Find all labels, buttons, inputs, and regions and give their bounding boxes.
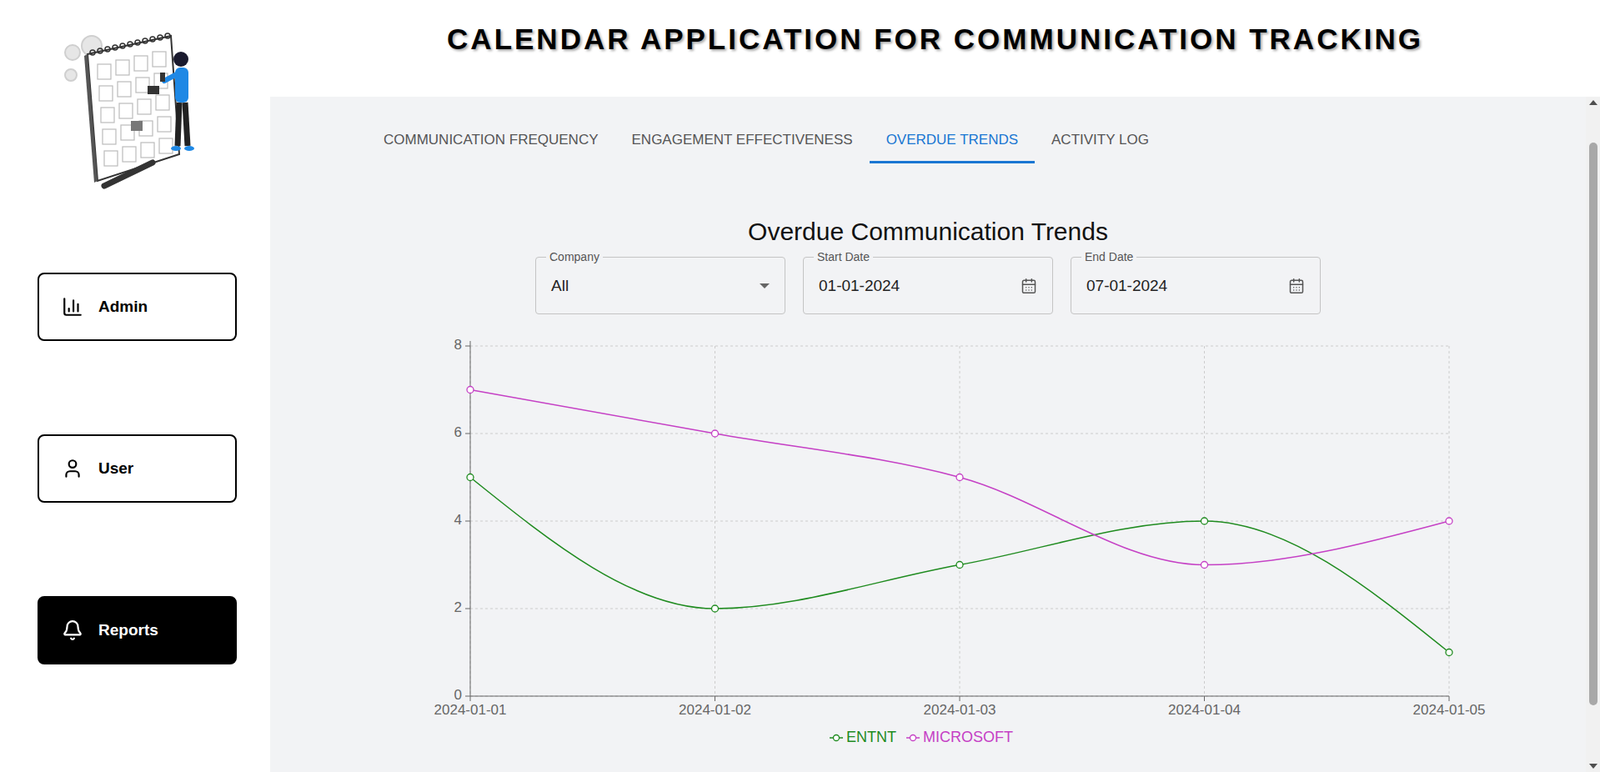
series xyxy=(466,474,1453,657)
tab[interactable]: ENGAGEMENT EFFECTIVENESS xyxy=(615,116,870,164)
svg-text:6: 6 xyxy=(454,424,462,441)
grid-line xyxy=(714,346,716,697)
y-tick: 0 xyxy=(454,687,471,703)
bar-chart-icon xyxy=(61,295,84,318)
chart-title: Overdue Communication Trends xyxy=(747,216,1109,247)
legend-line-icon xyxy=(829,733,843,743)
company-select[interactable]: CompanyAll xyxy=(535,256,786,315)
legend-label: MICROSOFT xyxy=(922,728,1014,747)
y-tick: 4 xyxy=(454,511,471,528)
x-tick: 2024-01-05 xyxy=(1413,696,1486,718)
svg-text:2024-01-04: 2024-01-04 xyxy=(1168,702,1241,718)
field-label: Start Date xyxy=(813,250,873,264)
data-point[interactable] xyxy=(1445,649,1453,657)
date-field[interactable]: Start Date01-01-2024 xyxy=(802,256,1054,315)
chart-section: Overdue Communication TrendsCompanyAllSt… xyxy=(270,163,1586,747)
calendar-icon xyxy=(1288,277,1305,295)
sidebar-item[interactable]: User xyxy=(37,434,237,503)
sidebar-item-label: Reports xyxy=(98,621,159,640)
grid-line xyxy=(959,346,961,697)
sidebar-item[interactable]: Admin xyxy=(37,272,237,342)
y-tick: 8 xyxy=(454,336,471,353)
legend-item[interactable]: ENTNT xyxy=(829,728,897,747)
y-axis xyxy=(470,341,472,697)
x-tick: 2024-01-02 xyxy=(678,696,752,718)
svg-text:2: 2 xyxy=(454,599,462,616)
scroll-thumb[interactable] xyxy=(1589,142,1598,706)
series-line xyxy=(470,477,1450,653)
scrollbar[interactable] xyxy=(1585,96,1600,772)
field-value: 01-01-2024 xyxy=(818,276,900,296)
tab[interactable]: OVERDUE TRENDS xyxy=(869,116,1035,164)
data-point[interactable] xyxy=(1445,517,1453,525)
scroll-up-icon[interactable] xyxy=(1589,100,1598,106)
svg-text:0: 0 xyxy=(454,687,462,703)
data-point[interactable] xyxy=(956,474,964,482)
svg-text:8: 8 xyxy=(454,336,462,353)
data-point[interactable] xyxy=(712,430,719,437)
scroll-down-icon[interactable] xyxy=(1589,763,1598,769)
field-value: All xyxy=(551,276,569,296)
bell-icon xyxy=(61,619,84,642)
calendar-illustration xyxy=(54,29,221,196)
sidebar: Admin User Reports xyxy=(0,0,271,772)
user-icon xyxy=(61,457,84,480)
calendar-icon xyxy=(1020,277,1038,295)
legend-item[interactable]: MICROSOFT xyxy=(906,728,1014,747)
field-label: End Date xyxy=(1081,250,1137,264)
svg-text:2024-01-02: 2024-01-02 xyxy=(678,702,752,718)
series-line xyxy=(470,390,1450,566)
dropdown-arrow-icon xyxy=(759,283,770,289)
y-tick: 6 xyxy=(454,424,471,441)
header: CALENDAR APPLICATION FOR COMMUNICATION T… xyxy=(270,0,1600,97)
field-value: 07-01-2024 xyxy=(1086,276,1168,296)
legend-label: ENTNT xyxy=(846,728,897,747)
x-tick: 2024-01-04 xyxy=(1168,696,1241,718)
x-tick: 2024-01-01 xyxy=(434,696,507,718)
app-shell: Admin User Reports CALENDAR APPLICATION FOR… xyxy=(0,0,1600,772)
svg-text:2024-01-03: 2024-01-03 xyxy=(923,702,997,718)
svg-text:2024-01-01: 2024-01-01 xyxy=(434,702,507,718)
date-field[interactable]: End Date07-01-2024 xyxy=(1070,256,1321,315)
field-label: Company xyxy=(546,250,603,264)
svg-text:4: 4 xyxy=(454,511,462,528)
data-point[interactable] xyxy=(1201,561,1209,569)
sidebar-item-label: Admin xyxy=(98,297,148,316)
svg-text:2024-01-05: 2024-01-05 xyxy=(1413,702,1486,718)
tabs-bar: COMMUNICATION FREQUENCYENGAGEMENT EFFECT… xyxy=(270,116,1586,164)
sidebar-item[interactable]: Reports xyxy=(37,596,237,665)
app-title: CALENDAR APPLICATION FOR COMMUNICATION T… xyxy=(446,20,1424,97)
series xyxy=(466,386,1453,569)
tab[interactable]: ACTIVITY LOG xyxy=(1034,116,1166,164)
x-tick: 2024-01-03 xyxy=(923,696,997,718)
sidebar-item-label: User xyxy=(98,459,134,478)
filter-row: CompanyAll Start Date01-01-2024 End Date07… xyxy=(535,256,1321,315)
chart-legend: ENTNT MICROSOFT xyxy=(829,728,1014,747)
illustration xyxy=(54,29,221,196)
y-tick: 2 xyxy=(454,599,471,616)
panel-row: COMMUNICATION FREQUENCYENGAGEMENT EFFECT… xyxy=(270,96,1600,772)
report-panel: COMMUNICATION FREQUENCYENGAGEMENT EFFECT… xyxy=(270,96,1586,772)
data-point[interactable] xyxy=(466,474,474,482)
data-point[interactable] xyxy=(712,605,719,612)
data-point[interactable] xyxy=(466,386,474,394)
data-point[interactable] xyxy=(956,561,964,569)
main: CALENDAR APPLICATION FOR COMMUNICATION T… xyxy=(270,0,1600,772)
line-chart: 0 2 4 6 8 2024-01-01 2024-01-02 2024-01-03 2024-… xyxy=(386,327,1470,724)
tab[interactable]: COMMUNICATION FREQUENCY xyxy=(366,116,616,164)
data-point[interactable] xyxy=(1201,517,1209,525)
legend-line-icon xyxy=(906,733,920,743)
